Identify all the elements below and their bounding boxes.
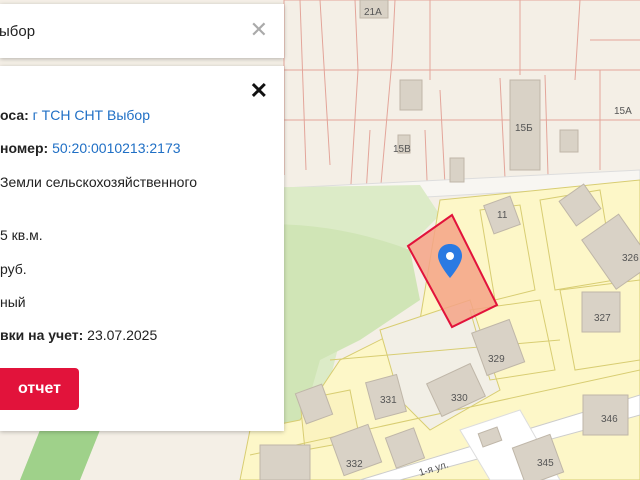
address-label: оса: — [0, 107, 33, 123]
map-label: 327 — [594, 313, 611, 324]
registration-date-label: вки на учет: — [0, 327, 88, 343]
area-row: 5 кв.м. — [0, 227, 43, 243]
parcel-info-card: ✕ оса: г ТСН СНТ Выбор номер: 50:20:0010… — [0, 66, 284, 431]
search-query[interactable]: ыбор — [0, 23, 35, 40]
category-row: Земли сельскохозяйственного — [0, 174, 198, 190]
address-link[interactable]: г ТСН СНТ Выбор — [33, 107, 150, 123]
map-label: 21А — [364, 7, 382, 18]
report-button[interactable]: отчет — [0, 368, 79, 410]
map-label: 15Б — [515, 123, 533, 134]
map-label: 329 — [488, 354, 505, 365]
map-label: 11 — [497, 210, 508, 221]
map-label: 345 — [537, 458, 554, 469]
map-label: 15В — [393, 144, 411, 155]
map-label: 332 — [346, 459, 363, 470]
registration-date-value: 23.07.2025 — [87, 327, 158, 343]
address-row: оса: г ТСН СНТ Выбор — [0, 107, 150, 123]
map-label: 326 — [622, 253, 639, 264]
map-label: 330 — [451, 393, 468, 404]
status-row: ный — [0, 294, 26, 310]
search-card: ыбор ✕ — [0, 4, 284, 58]
cadastral-row: номер: 50:20:0010213:2173 — [0, 140, 181, 156]
cost-row: руб. — [0, 261, 27, 277]
cadastral-number-link[interactable]: 50:20:0010213:2173 — [52, 140, 180, 156]
map-label: 331 — [380, 395, 397, 406]
cadastral-label: номер: — [0, 140, 53, 156]
close-icon[interactable]: ✕ — [250, 19, 268, 41]
map-label: 346 — [601, 414, 618, 425]
map-label: 15А — [614, 106, 632, 117]
registration-date-row: вки на учет: 23.07.2025 — [0, 327, 157, 343]
close-icon[interactable]: ✕ — [250, 80, 268, 102]
